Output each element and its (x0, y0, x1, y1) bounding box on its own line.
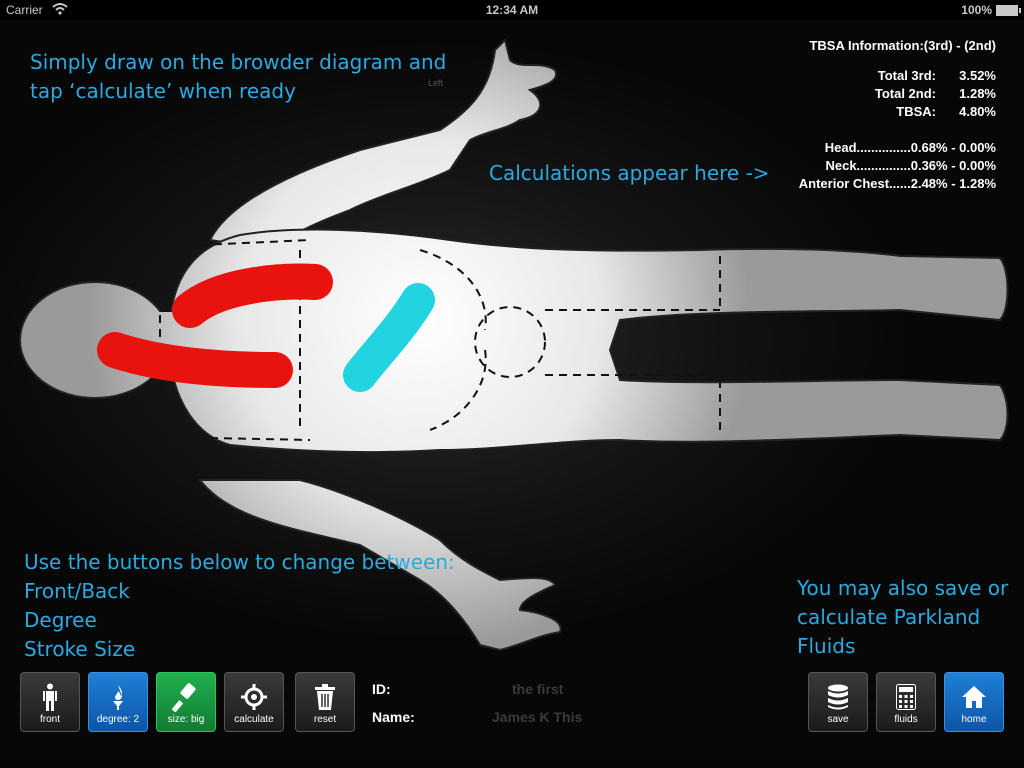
tbsa-total-3rd-label: Total 3rd: (877, 68, 936, 83)
calculator-icon (877, 681, 935, 713)
tbsa-total-value: 4.80% (959, 104, 996, 119)
tbsa-total-2nd: Total 2nd: 1.28% (799, 85, 996, 103)
tbsa-total-3rd: Total 3rd: 3.52% (799, 67, 996, 85)
status-bar: Carrier 12:34 AM 100% (0, 0, 1024, 20)
stroke-size-button-label: size: big (167, 714, 205, 725)
reset-button-label: reset (313, 714, 337, 725)
buttons-item-front-back: Front/Back (24, 579, 130, 603)
front-button-label: front (39, 714, 60, 725)
home-button[interactable]: home (944, 672, 1004, 732)
region-neck: Neck...............0.36% - 0.00% (825, 158, 996, 173)
flame-icon (89, 681, 147, 713)
front-button[interactable]: front (20, 672, 80, 732)
person-icon (21, 681, 79, 713)
save-button[interactable]: save (808, 672, 868, 732)
battery-icon (996, 5, 1021, 16)
battery-percent: 100% (961, 3, 992, 17)
save-button-label: save (827, 714, 849, 725)
tbsa-total-2nd-value: 1.28% (959, 86, 996, 101)
buttons-item-degree: Degree (24, 608, 97, 632)
stroke-size-button[interactable]: size: big (156, 672, 216, 732)
calculations-hint: Calculations appear here -> (489, 161, 770, 185)
tbsa-header: TBSA Information:(3rd) - (2nd) (809, 38, 996, 53)
fluids-button[interactable]: fluids (876, 672, 936, 732)
clock: 12:34 AM (485, 3, 539, 17)
brush-icon (157, 681, 215, 713)
save-instructions: You may also save or calculate Parkland … (797, 576, 1009, 658)
gear-icon (225, 681, 283, 713)
home-icon (945, 681, 1003, 713)
draw-instructions: Simply draw on the browder diagram and t… (30, 50, 447, 103)
tbsa-total-label: TBSA: (896, 104, 936, 119)
tbsa-regions: Head...............0.68% - 0.00% Neck...… (799, 139, 996, 193)
id-label: ID: (372, 681, 391, 697)
degree-button[interactable]: degree: 2 (88, 672, 148, 732)
buttons-instructions: Use the buttons below to change between:… (24, 548, 455, 664)
home-button-label: home (961, 714, 987, 725)
region-head: Head...............0.68% - 0.00% (824, 140, 996, 155)
calculate-button[interactable]: calculate (224, 672, 284, 732)
buttons-intro: Use the buttons below to change between: (24, 550, 455, 574)
calculate-button-label: calculate (234, 714, 274, 725)
database-icon (809, 681, 867, 713)
tbsa-total: TBSA: 4.80% (799, 103, 996, 121)
tbsa-info-panel: TBSA Information:(3rd) - (2nd) Total 3rd… (799, 38, 996, 193)
id-field[interactable]: the first (512, 681, 563, 697)
tbsa-total-3rd-value: 3.52% (959, 68, 996, 83)
tbsa-total-2nd-label: Total 2nd: (874, 86, 936, 101)
name-field[interactable]: James K This (492, 709, 582, 725)
degree-button-label: degree: 2 (96, 714, 140, 725)
trash-icon (296, 681, 354, 713)
drawing-canvas[interactable]: Left Simply draw on the browder diagram … (0, 20, 1024, 768)
buttons-item-stroke-size: Stroke Size (24, 637, 136, 661)
fluids-button-label: fluids (894, 714, 918, 725)
name-label: Name: (372, 709, 415, 725)
region-anterior-chest: Anterior Chest......2.48% - 1.28% (798, 176, 996, 191)
reset-button[interactable]: reset (295, 672, 355, 732)
